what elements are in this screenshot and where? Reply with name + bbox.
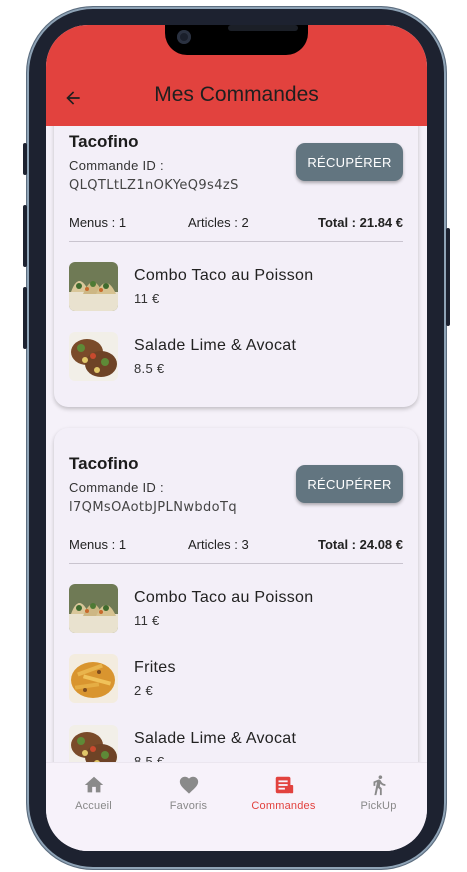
bottom-navigation: Accueil Favoris Commandes PickUp — [46, 762, 427, 851]
order-id-value: l7QMsOAotbJPLNwbdoTq — [69, 500, 237, 515]
menus-count: Menus : 1 — [69, 537, 127, 552]
nav-label: Accueil — [75, 800, 112, 812]
order-total: Total : 24.08 € — [317, 537, 403, 552]
item-price: 8.5 € — [134, 754, 165, 762]
order-id-label: Commande ID : — [69, 480, 164, 495]
order-card: Tacofino Commande ID : QLQTLtLZ1nOKYeQ9s… — [54, 126, 418, 407]
order-id-value: QLQTLtLZ1nOKYeQ9s4zS — [69, 178, 239, 193]
item-price: 11 € — [134, 613, 160, 628]
item-name: Combo Taco au Poisson — [134, 589, 314, 606]
nav-item-commandes[interactable]: Commandes — [236, 773, 331, 812]
walking-icon — [366, 773, 392, 797]
list-item[interactable]: Combo Taco au Poisson 11 € — [69, 262, 403, 312]
order-total: Total : 21.84 € — [317, 215, 403, 230]
orders-list[interactable]: Tacofino Commande ID : QLQTLtLZ1nOKYeQ9s… — [46, 126, 427, 762]
fries-thumb — [69, 654, 118, 703]
nav-label: Commandes — [251, 800, 316, 812]
nav-label: PickUp — [360, 800, 397, 812]
salad-thumb — [69, 332, 118, 381]
phone-camera — [177, 30, 191, 44]
nav-label: Favoris — [169, 800, 208, 812]
list-item[interactable]: Salade Lime & Avocat 8.5 € — [69, 332, 403, 382]
articles-count: Articles : 3 — [188, 537, 249, 552]
articles-count: Articles : 2 — [188, 215, 249, 230]
item-name: Combo Taco au Poisson — [134, 267, 314, 284]
phone-side-button — [23, 143, 27, 175]
divider — [69, 241, 403, 242]
list-item[interactable]: Frites 2 € — [69, 654, 403, 704]
restaurant-name: Tacofino — [69, 132, 139, 151]
list-item[interactable]: Salade Lime & Avocat 8.5 € — [69, 725, 403, 762]
list-item[interactable]: Combo Taco au Poisson 11 € — [69, 584, 403, 634]
nav-item-pickup[interactable]: PickUp — [331, 773, 426, 812]
page-title: Mes Commandes — [154, 83, 319, 106]
item-name: Salade Lime & Avocat — [134, 337, 297, 354]
phone-screen: Mes Commandes Tacofino Commande ID : QLQ… — [46, 25, 427, 851]
salad-thumb — [69, 725, 118, 762]
item-name: Salade Lime & Avocat — [134, 730, 297, 747]
receipt-icon — [271, 773, 297, 797]
heart-icon — [176, 773, 202, 797]
home-icon — [81, 773, 107, 797]
phone-side-button — [23, 287, 27, 349]
order-id-label: Commande ID : — [69, 158, 164, 173]
phone-speaker — [228, 25, 298, 31]
divider — [69, 563, 403, 564]
phone-side-button — [23, 205, 27, 267]
item-price: 11 € — [134, 291, 160, 306]
nav-item-favoris[interactable]: Favoris — [141, 773, 236, 812]
item-price: 8.5 € — [134, 361, 165, 376]
menus-count: Menus : 1 — [69, 215, 127, 230]
item-name: Frites — [134, 659, 176, 676]
phone-side-button — [446, 228, 450, 326]
item-price: 2 € — [134, 683, 153, 698]
taco-thumb — [69, 262, 118, 311]
recuperer-button[interactable]: RÉCUPÉRER — [296, 465, 403, 503]
recuperer-button[interactable]: RÉCUPÉRER — [296, 143, 403, 181]
taco-thumb — [69, 584, 118, 633]
order-card: Tacofino Commande ID : l7QMsOAotbJPLNwbd… — [54, 428, 418, 762]
restaurant-name: Tacofino — [69, 454, 139, 473]
nav-item-accueil[interactable]: Accueil — [46, 773, 141, 812]
